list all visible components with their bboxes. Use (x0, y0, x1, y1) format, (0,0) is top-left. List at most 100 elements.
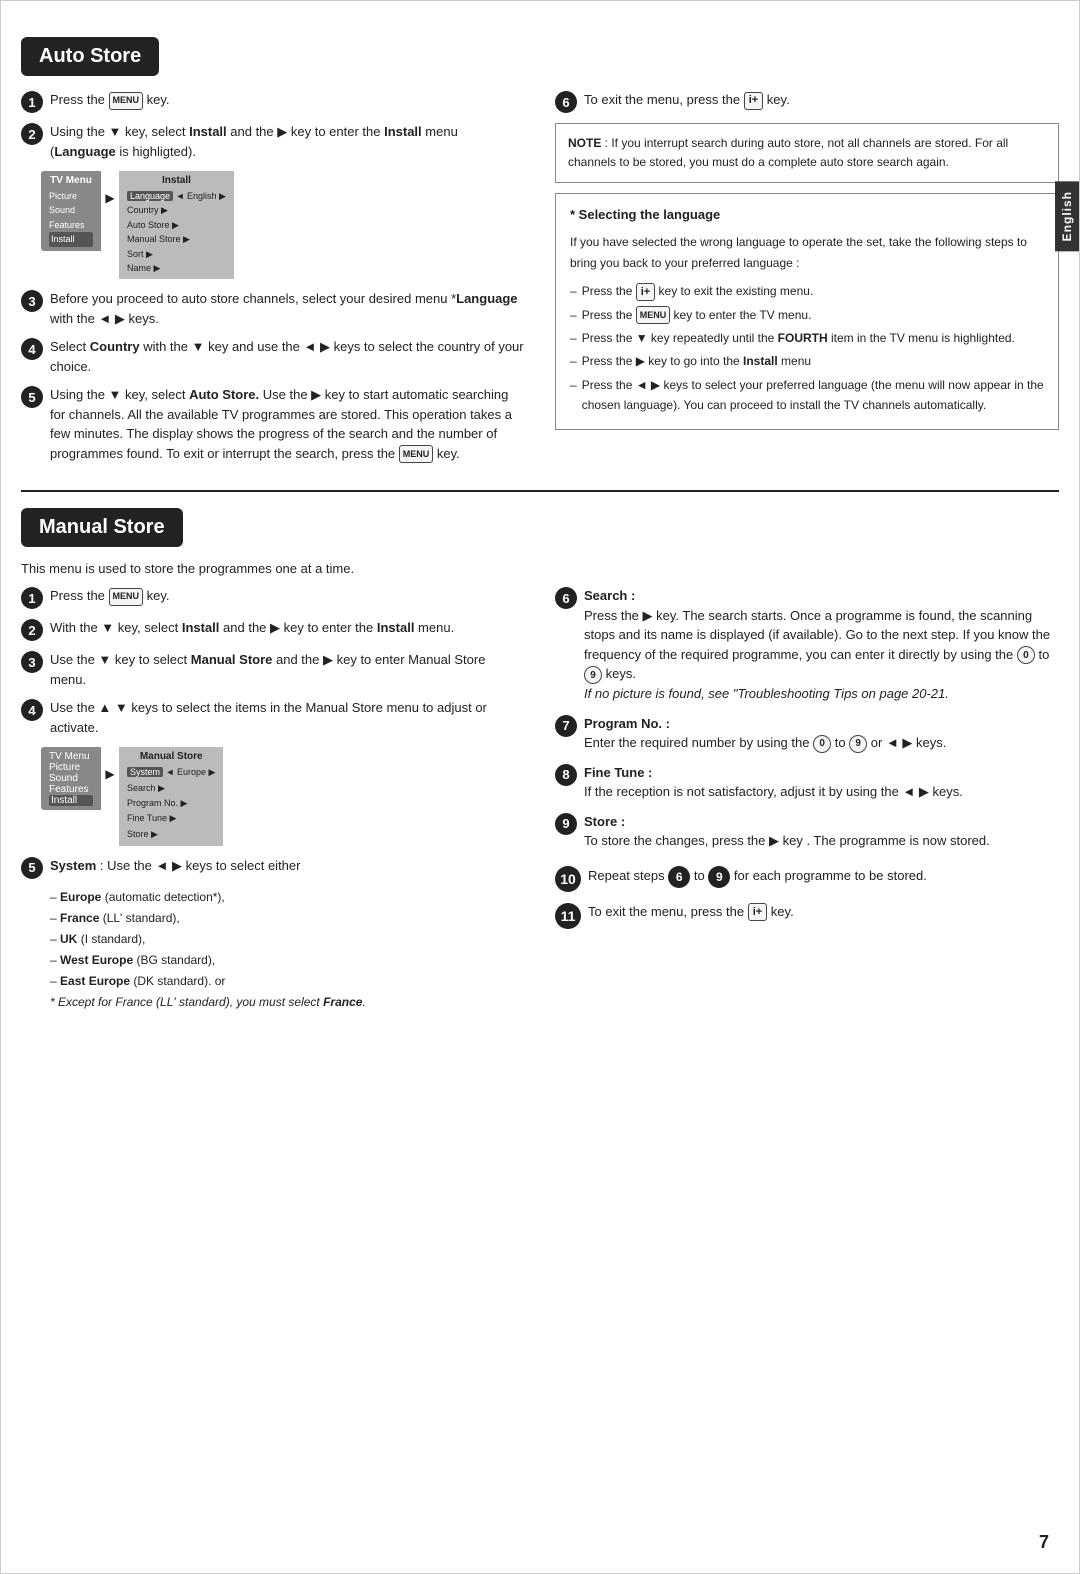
ms-picture: Picture (49, 762, 93, 773)
lang-step-5-text: Press the ◄ ▶ keys to select your prefer… (582, 375, 1044, 416)
step-num-2: 2 (21, 123, 43, 145)
step-num-5: 5 (21, 386, 43, 408)
ms-system-east-europe: – East Europe (DK standard). or (50, 972, 525, 990)
dash-2: – (570, 305, 577, 325)
ms-outer-items: Picture Sound Features Install (49, 762, 93, 806)
manual-store-title: Manual Store (21, 508, 183, 547)
install-manualstore: Manual Store ▶ (127, 232, 226, 246)
ms-step-5: 5 System : Use the ◄ ▶ keys to select ei… (21, 856, 525, 879)
step-text-6: To exit the menu, press the i+ key. (584, 90, 790, 110)
ms-step-num-4: 4 (21, 699, 43, 721)
manual-store-right: 6 Search : Press the ▶ key. The search s… (555, 586, 1059, 937)
auto-store-step-3: 3 Before you proceed to auto store chann… (21, 289, 525, 328)
lang-step-3: – Press the ▼ key repeatedly until the F… (570, 328, 1044, 348)
ms-system-highlighted: System (127, 767, 163, 777)
ms-search-italic: If no picture is found, see "Troubleshoo… (584, 686, 949, 701)
lang-step-3-text: Press the ▼ key repeatedly until the FOU… (582, 328, 1015, 348)
menu-key-icon-5: MENU (399, 445, 434, 463)
lang-step-4-text: Press the ▶ key to go into the Install m… (582, 351, 811, 371)
tv-menu-item-sound: Sound (49, 203, 93, 217)
step-num-3: 3 (21, 290, 43, 312)
manual-store-intro: This menu is used to store the programme… (21, 561, 1059, 576)
ms-system-uk: – UK (I standard), (50, 930, 525, 948)
step-text-3: Before you proceed to auto store channel… (50, 289, 525, 328)
ms-step-6: 6 Search : Press the ▶ key. The search s… (555, 586, 1059, 703)
ms-step-3: 3 Use the ▼ key to select Manual Store a… (21, 650, 525, 689)
ms-step-num-6: 6 (555, 587, 577, 609)
ms-install: Install (49, 795, 93, 806)
ms-step-text-4: Use the ▲ ▼ keys to select the items in … (50, 698, 525, 737)
auto-store-section: Auto Store 1 Press the MENU key. 2 Using… (21, 31, 1059, 472)
step-text-1: Press the MENU key. (50, 90, 170, 110)
select-lang-box: * Selecting the language If you have sel… (555, 193, 1059, 429)
ms-inner-panel: Manual Store System ◄ Europe ▶ Search ▶ … (119, 747, 223, 845)
ms-outer-title: TV Menu (49, 751, 93, 762)
lang-step-1: – Press the i+ key to exit the existing … (570, 281, 1044, 301)
tv-menu-item-install: Install (49, 232, 93, 246)
language-arrow: ◄ (176, 191, 185, 201)
iplus-key-6: i+ (744, 92, 763, 110)
auto-store-title: Auto Store (21, 37, 159, 76)
ms-store: Store ▶ (127, 827, 215, 842)
ms-step-num-2: 2 (21, 619, 43, 641)
ms-step-1: 1 Press the MENU key. (21, 586, 525, 609)
ms-programno: Program No. ▶ (127, 796, 215, 811)
menu-key-lang-2: MENU (636, 306, 671, 324)
iplus-ms-11: i+ (748, 903, 767, 921)
ms-step-num-11: 11 (555, 903, 581, 929)
install-items: Language ◄ English ▶ Country ▶ Auto Stor… (127, 189, 226, 275)
iplus-lang-1: i+ (636, 283, 655, 301)
language-arrow-r: ▶ (219, 191, 226, 201)
tv-menu-item-picture: Picture (49, 189, 93, 203)
ms-step-num-8: 8 (555, 764, 577, 786)
ms-step-7: 7 Program No. : Enter the required numbe… (555, 714, 1059, 753)
ms-system-europe: – Europe (automatic detection*), (50, 888, 525, 906)
lang-step-4: – Press the ▶ key to go into the Install… (570, 351, 1044, 371)
manual-store-section: Manual Store This menu is used to store … (21, 502, 1059, 1013)
install-sort: Sort ▶ (127, 247, 226, 261)
tv-menu-install-panel: Install Language ◄ English ▶ Country ▶ A… (119, 171, 234, 279)
ms-step-num-5: 5 (21, 857, 43, 879)
tv-menu-outer: TV Menu Picture Sound Features Install (41, 171, 101, 251)
ms-step-text-5: System : Use the ◄ ▶ keys to select eith… (50, 856, 300, 876)
key-0-pn: 0 (813, 735, 831, 753)
ms-system-arrow-r: ▶ (209, 767, 216, 777)
step-num-4: 4 (21, 338, 43, 360)
ms-step-num-3: 3 (21, 651, 43, 673)
note-text: NOTE : If you interrupt search during au… (568, 134, 1046, 172)
tv-menu-item-features: Features (49, 218, 93, 232)
step-text-5: Using the ▼ key, select Auto Store. Use … (50, 385, 525, 463)
step-text-2: Using the ▼ key, select Install and the … (50, 122, 525, 161)
ms-step-8: 8 Fine Tune : If the reception is not sa… (555, 763, 1059, 802)
dash-5: – (570, 375, 577, 395)
select-lang-intro: If you have selected the wrong language … (570, 232, 1044, 273)
ms-step-10: 10 Repeat steps 6 to 9 for each programm… (555, 865, 1059, 892)
ms-step-text-8: Fine Tune : If the reception is not sati… (584, 763, 963, 802)
auto-store-step-5: 5 Using the ▼ key, select Auto Store. Us… (21, 385, 525, 463)
page-number: 7 (1039, 1532, 1049, 1553)
language-value: English (187, 191, 217, 201)
ms-step-2: 2 With the ▼ key, select Install and the… (21, 618, 525, 641)
ms-arrow: ▶ (101, 767, 119, 781)
ms-system-west-europe: – West Europe (BG standard), (50, 951, 525, 969)
ms-step-text-6: Search : Press the ▶ key. The search sta… (584, 586, 1059, 703)
ms-system-footnote: * Except for France (LL' standard), you … (50, 993, 525, 1011)
step-text-4: Select Country with the ▼ key and use th… (50, 337, 525, 376)
auto-store-step-1: 1 Press the MENU key. (21, 90, 525, 113)
ms-step-num-1: 1 (21, 587, 43, 609)
step-num-6: 6 (555, 91, 577, 113)
ms-step-text-3: Use the ▼ key to select Manual Store and… (50, 650, 525, 689)
tv-menu-diagram: TV Menu Picture Sound Features Install ▶… (41, 171, 525, 279)
step-num-1: 1 (21, 91, 43, 113)
ms-outer: TV Menu Picture Sound Features Install (41, 747, 101, 810)
auto-store-step-2: 2 Using the ▼ key, select Install and th… (21, 122, 525, 161)
ms-step-num-10: 10 (555, 866, 581, 892)
menu-key-icon: MENU (109, 92, 144, 110)
ms-step-text-2: With the ▼ key, select Install and the ▶… (50, 618, 454, 638)
english-tab: English (1055, 181, 1079, 251)
ms-finetune: Fine Tune ▶ (127, 811, 215, 826)
install-language-row: Language ◄ English ▶ (127, 189, 226, 203)
note-title: NOTE (568, 136, 601, 150)
ms-diagram: TV Menu Picture Sound Features Install ▶… (41, 747, 525, 845)
ms-step-11: 11 To exit the menu, press the i+ key. (555, 902, 1059, 929)
